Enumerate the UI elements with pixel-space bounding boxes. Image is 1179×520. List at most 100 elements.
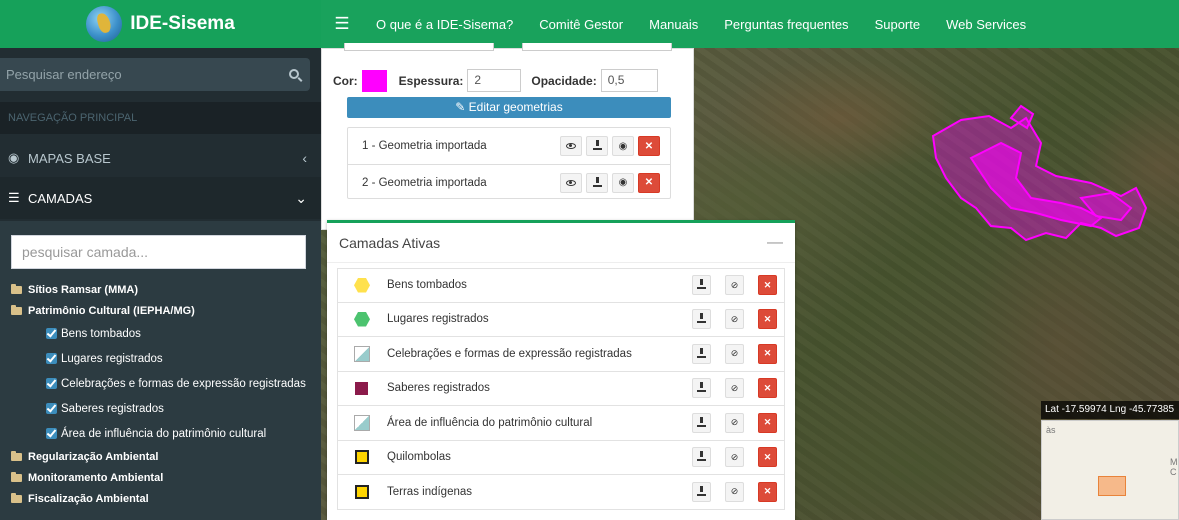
- download-icon[interactable]: [692, 275, 711, 296]
- eye-slash-icon[interactable]: ⊘: [725, 309, 744, 330]
- eye-slash-icon[interactable]: ⊘: [725, 275, 744, 296]
- color-swatch[interactable]: [361, 69, 387, 92]
- imported-geometry-overlay[interactable]: [931, 104, 1148, 242]
- eye-slash-icon[interactable]: ⊘: [725, 412, 744, 433]
- delete-icon[interactable]: ✕: [758, 275, 777, 296]
- opacity-input[interactable]: 0,5: [600, 69, 658, 92]
- folder-open-icon: [11, 304, 22, 315]
- download-icon[interactable]: [586, 136, 608, 156]
- tree-folder-fiscalizacao[interactable]: Fiscalização Ambiental: [0, 488, 321, 509]
- hamburger-icon[interactable]: ☰: [321, 14, 363, 34]
- checkbox-checked[interactable]: [46, 428, 57, 439]
- brand-logo[interactable]: IDE-Sisema: [0, 0, 321, 48]
- target-icon[interactable]: ◉: [612, 136, 634, 156]
- target-icon[interactable]: ◉: [612, 172, 634, 193]
- active-layer-name: Bens tombados: [387, 279, 467, 292]
- minimap[interactable]: às M C: [1041, 420, 1179, 520]
- active-layer-row: Quilombolas ⊘ ✕: [337, 440, 785, 475]
- address-search-input[interactable]: Pesquisar endereço: [6, 67, 278, 82]
- download-icon[interactable]: [692, 343, 711, 364]
- nav-faq[interactable]: Perguntas frequentes: [711, 17, 861, 32]
- download-icon[interactable]: [692, 378, 711, 399]
- search-icon[interactable]: [278, 68, 310, 82]
- delete-icon[interactable]: ✕: [758, 481, 777, 502]
- delete-icon[interactable]: ✕: [638, 136, 660, 156]
- delete-icon[interactable]: ✕: [638, 172, 660, 193]
- geometry-name: 1 - Geometria importada: [362, 140, 487, 152]
- delete-icon[interactable]: ✕: [758, 343, 777, 364]
- nav-web-services[interactable]: Web Services: [933, 17, 1039, 32]
- minimap-viewport-box[interactable]: [1098, 476, 1126, 496]
- minimize-icon[interactable]: —: [767, 234, 783, 252]
- tree-label: Monitoramento Ambiental: [28, 471, 164, 484]
- sidebar-item-label: MAPAS BASE: [28, 150, 111, 166]
- folder-icon: [11, 471, 22, 482]
- edit-geometries-button[interactable]: ✎ Editar geometrias: [347, 97, 671, 118]
- download-icon[interactable]: [692, 412, 711, 433]
- tree-folder-patrimonio[interactable]: Patrimônio Cultural (IEPHA/MG): [0, 300, 321, 321]
- delete-icon[interactable]: ✕: [758, 412, 777, 433]
- geometry-list: 1 - Geometria importada ◉ ✕ 2 - Geometri…: [347, 127, 671, 199]
- yellow-square-icon: [355, 484, 369, 499]
- active-layer-name: Área de influência do patrimônio cultura…: [387, 416, 593, 429]
- draw-panel: Cor: Espessura: 2 Opacidade: 0,5 ✎ Edita…: [321, 43, 694, 230]
- nav-support[interactable]: Suporte: [862, 17, 934, 32]
- eye-icon[interactable]: [560, 172, 582, 193]
- layer-search-input[interactable]: pesquisar camada...: [11, 235, 306, 269]
- active-layers-title: Camadas Ativas: [339, 234, 441, 251]
- geometry-item: 2 - Geometria importada ◉ ✕: [348, 164, 670, 200]
- tree-layer-lugares-registrados[interactable]: Lugares registrados: [0, 346, 321, 371]
- sidebar-item-mapas-base[interactable]: ◉ MAPAS BASE ‹: [0, 137, 321, 179]
- tree-layer-bens-tombados[interactable]: Bens tombados: [0, 321, 321, 346]
- download-icon[interactable]: [692, 447, 711, 468]
- tree-layer-area-influencia[interactable]: Área de influência do patrimônio cultura…: [0, 421, 321, 446]
- nav-about[interactable]: O que é a IDE-Sisema?: [363, 17, 526, 32]
- tree-folder-regularizacao[interactable]: Regularização Ambiental: [0, 446, 321, 467]
- checkbox-checked[interactable]: [46, 328, 57, 339]
- checkbox-checked[interactable]: [46, 378, 57, 389]
- active-layer-row: Terras indígenas ⊘ ✕: [337, 475, 785, 510]
- active-layer-row: Saberes registrados ⊘ ✕: [337, 371, 785, 406]
- folder-icon: [11, 450, 22, 461]
- nav-committee[interactable]: Comitê Gestor: [526, 17, 636, 32]
- sidebar-item-camadas[interactable]: ☰ CAMADAS ⌄: [0, 177, 321, 219]
- nav-manuals[interactable]: Manuais: [636, 17, 711, 32]
- tree-folder-ramsar[interactable]: Sítios Ramsar (MMA): [0, 279, 321, 300]
- eye-slash-icon[interactable]: ⊘: [725, 378, 744, 399]
- input-stub[interactable]: [344, 43, 494, 51]
- thickness-input[interactable]: 2: [467, 69, 522, 92]
- download-icon[interactable]: [692, 309, 711, 330]
- tree-label: Lugares registrados: [61, 352, 163, 365]
- address-search-field[interactable]: Pesquisar endereço: [0, 58, 310, 91]
- thickness-label: Espessura:: [398, 73, 464, 88]
- tree-layer-celebracoes[interactable]: Celebrações e formas de expressão regist…: [0, 371, 321, 396]
- tree-label: Área de influência do patrimônio cultura…: [61, 427, 267, 440]
- eye-slash-icon[interactable]: ⊘: [725, 481, 744, 502]
- checkbox-checked[interactable]: [46, 403, 57, 414]
- active-layer-name: Saberes registrados: [387, 382, 490, 395]
- broken-image-icon: [354, 345, 370, 362]
- yellow-square-icon: [355, 450, 369, 465]
- chevron-down-icon: ⌄: [295, 189, 307, 206]
- section-header: NAVEGAÇÃO PRINCIPAL: [0, 102, 321, 134]
- eye-slash-icon[interactable]: ⊘: [725, 343, 744, 364]
- active-layer-name: Terras indígenas: [387, 485, 473, 498]
- download-icon[interactable]: [586, 172, 608, 193]
- input-stub[interactable]: [522, 43, 672, 51]
- eye-icon[interactable]: [560, 136, 582, 156]
- active-layer-row: Celebrações e formas de expressão regist…: [337, 337, 785, 372]
- green-hexagon-icon: [354, 312, 370, 327]
- tree-label: Saberes registrados: [61, 402, 164, 415]
- eye-slash-icon[interactable]: ⊘: [725, 447, 744, 468]
- tree-label: Bens tombados: [61, 327, 141, 340]
- delete-icon[interactable]: ✕: [758, 447, 777, 468]
- delete-icon[interactable]: ✕: [758, 309, 777, 330]
- tree-layer-saberes[interactable]: Saberes registrados: [0, 396, 321, 421]
- checkbox-checked[interactable]: [46, 353, 57, 364]
- tree-folder-monitoramento[interactable]: Monitoramento Ambiental: [0, 467, 321, 488]
- download-icon[interactable]: [692, 481, 711, 502]
- tree-label: Patrimônio Cultural (IEPHA/MG): [28, 304, 195, 317]
- delete-icon[interactable]: ✕: [758, 378, 777, 399]
- tree-label: Sítios Ramsar (MMA): [28, 283, 139, 296]
- geometry-item: 1 - Geometria importada ◉ ✕: [348, 128, 670, 164]
